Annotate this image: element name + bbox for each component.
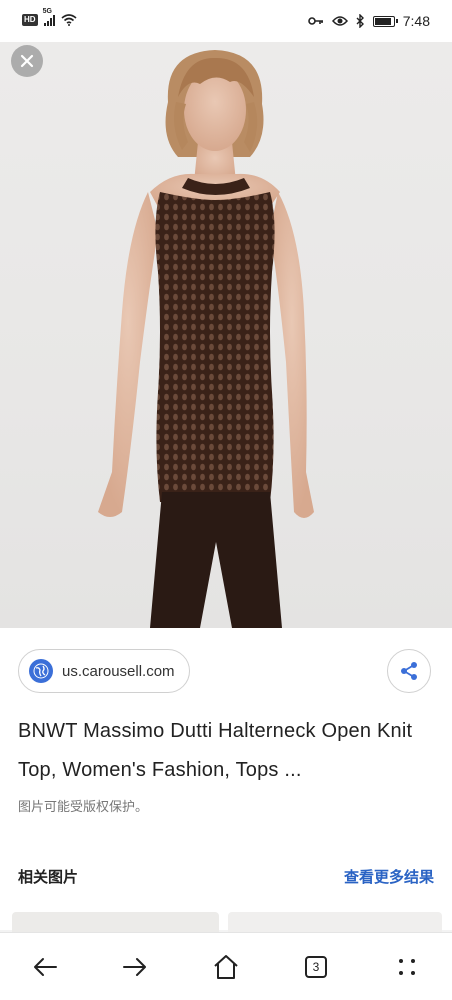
bluetooth-icon [356,14,364,28]
clock: 7:48 [402,13,430,29]
product-image[interactable] [0,42,452,628]
related-images-heading: 相关图片 [18,869,79,886]
see-more-results-link[interactable]: 查看更多结果 [344,866,434,887]
back-button[interactable] [29,951,61,983]
key-icon [307,17,323,25]
browser-bottom-nav: 3 [0,932,452,1000]
more-options-button[interactable] [391,951,423,983]
hd-icon: HD [22,14,38,26]
forward-arrow-icon [123,958,146,976]
tabs-icon: 3 [305,956,327,978]
status-bar: HD 5G 7:48 [0,0,452,42]
source-link[interactable]: us.carousell.com [18,649,190,693]
related-thumbnails [0,912,452,932]
share-button[interactable] [387,649,431,693]
home-button[interactable] [210,951,242,983]
result-info-card: us.carousell.com BNWT Massimo Dutti Halt… [0,628,452,930]
globe-icon [29,659,53,683]
network-type: 5G [42,8,52,15]
related-thumbnail[interactable] [228,912,442,932]
source-domain: us.carousell.com [62,662,175,680]
status-left: HD 5G [22,8,77,26]
eye-icon [331,16,348,26]
copyright-notice: 图片可能受版权保护。 [18,799,149,814]
model-photo [98,50,314,628]
signal-icon: 5G [43,8,55,26]
forward-button[interactable] [119,951,151,983]
close-icon [20,54,34,68]
status-right: 7:48 [307,13,430,29]
wifi-icon [61,14,77,26]
result-title[interactable]: BNWT Massimo Dutti Halterneck Open Knit … [18,712,438,790]
related-thumbnail[interactable] [12,912,219,932]
home-icon [214,955,238,979]
tabs-button[interactable]: 3 [300,951,332,983]
battery-icon [372,15,398,27]
close-button[interactable] [11,45,43,77]
back-arrow-icon [34,958,57,976]
more-icon [399,959,415,975]
share-icon [401,662,417,680]
